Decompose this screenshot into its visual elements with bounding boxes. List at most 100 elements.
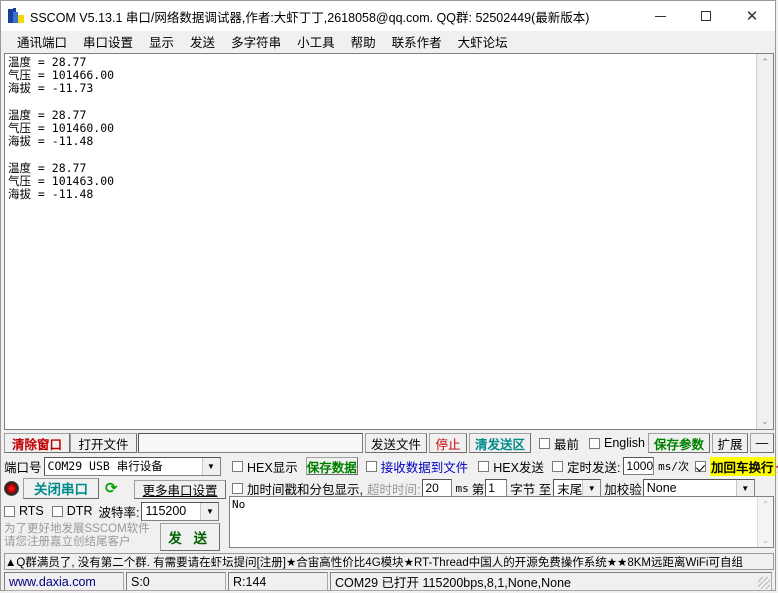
rts-checkbox[interactable]: RTS	[4, 504, 44, 518]
hex-display-label: HEX显示	[247, 460, 298, 475]
menu-item-send[interactable]: 发送	[182, 31, 223, 53]
recv-to-file-checkbox-box[interactable]	[365, 460, 377, 472]
maximize-button[interactable]	[683, 1, 729, 31]
topmost-checkbox-box[interactable]	[538, 437, 550, 449]
minimize-button[interactable]	[637, 1, 683, 31]
send-text-content: No	[232, 498, 246, 511]
scroll-up-icon[interactable]: ⌃	[757, 54, 773, 70]
timestamp-checkbox-box[interactable]	[232, 482, 243, 494]
ms-per-time-label: ms/次	[658, 460, 689, 473]
crlf-label: 加回车换行	[710, 456, 775, 476]
window-controls: ✕	[637, 1, 775, 31]
send-scroll-up-icon[interactable]: ⌃	[762, 497, 769, 511]
topmost-checkbox[interactable]: 最前	[538, 433, 579, 453]
port-settings-panel: 端口号 COM29 USB 串行设备 ▼ 关闭串口 ⟳ 更多串口设置 RTS D…	[4, 456, 226, 551]
timed-send-checkbox-box[interactable]	[551, 460, 563, 472]
maximize-icon	[701, 11, 711, 21]
dtr-checkbox-box[interactable]	[51, 505, 63, 517]
ad-segment-2[interactable]: ★RT-Thread中国人的开源免费操作系统	[404, 554, 607, 569]
file-path-input[interactable]	[138, 433, 363, 453]
save-params-button[interactable]: 保存参数	[648, 433, 710, 453]
close-button[interactable]: ✕	[729, 1, 775, 31]
clear-window-button[interactable]: 清除窗口	[4, 433, 70, 453]
refresh-icon[interactable]: ⟳	[105, 481, 118, 496]
menu-item-serial-settings[interactable]: 串口设置	[75, 31, 141, 53]
receive-scrollbar[interactable]: ⌃ ⌄	[756, 54, 773, 429]
close-port-button[interactable]: 关闭串口	[23, 477, 99, 499]
crlf-checkbox[interactable]: 加回车换行	[695, 456, 775, 476]
open-file-button[interactable]: 打开文件	[70, 433, 137, 453]
byte-from-input[interactable]: 1	[485, 479, 508, 497]
scroll-down-icon[interactable]: ⌄	[757, 413, 773, 429]
minus-button[interactable]: —	[750, 433, 774, 453]
checksum-select[interactable]: None ▼	[642, 478, 755, 498]
baud-rate-select[interactable]: 115200 ▼	[141, 501, 220, 521]
clear-send-area-button[interactable]: 清发送区	[468, 433, 531, 453]
byte-from-label: 第	[471, 482, 485, 497]
more-port-settings-button[interactable]: 更多串口设置	[134, 480, 226, 499]
ad-segment-0[interactable]: ▲Q群满员了, 没有第二个群. 有需要请在虾坛提问[注册]	[5, 554, 286, 569]
port-select-value: COM29 USB 串行设备	[47, 459, 163, 473]
chevron-down-icon[interactable]: ▼	[201, 457, 220, 475]
send-data-area[interactable]: No ⌃ ⌄	[229, 496, 774, 548]
byte-to-label: 字节 至	[510, 482, 552, 497]
english-checkbox-box[interactable]	[589, 437, 600, 449]
menu-item-comm-port[interactable]: 通讯端口	[9, 31, 75, 53]
receive-data-area[interactable]: 温度 = 28.77 气压 = 101466.00 海拔 = -11.73 温度…	[4, 53, 774, 430]
timed-send-label: 定时发送:	[566, 460, 621, 475]
options-row-2: 加时间戳和分包显示, 超时时间: 20 ms 第 1 字节 至 末尾 ▼ 加校验…	[229, 478, 774, 498]
crlf-checkbox-box[interactable]	[695, 460, 706, 472]
lower-control-area: 端口号 COM29 USB 串行设备 ▼ 关闭串口 ⟳ 更多串口设置 RTS D…	[4, 456, 778, 551]
dtr-checkbox[interactable]: DTR	[51, 504, 93, 518]
expand-button[interactable]: 扩展	[712, 433, 748, 453]
send-file-button[interactable]: 发送文件	[364, 433, 427, 453]
save-data-button[interactable]: 保存数据	[305, 457, 358, 475]
hex-display-checkbox[interactable]: HEX显示	[232, 457, 298, 476]
english-checkbox[interactable]: English	[589, 433, 645, 453]
menu-item-display[interactable]: 显示	[141, 31, 182, 53]
menu-item-help[interactable]: 帮助	[343, 31, 384, 53]
chevron-down-icon[interactable]: ▼	[200, 502, 219, 520]
timestamp-checkbox[interactable]: 加时间戳和分包显示,	[232, 479, 363, 498]
hex-send-checkbox-box[interactable]	[478, 460, 490, 472]
send-scrollbar[interactable]: ⌃ ⌄	[757, 497, 773, 547]
hex-display-checkbox-box[interactable]	[232, 460, 243, 472]
ad-segment-1[interactable]: ★合宙高性价比4G模块	[286, 554, 404, 569]
port-select-row: 端口号 COM29 USB 串行设备 ▼	[4, 456, 226, 476]
dtr-label: DTR	[66, 504, 93, 518]
timed-send-interval-input[interactable]: 1000	[623, 457, 655, 475]
send-scroll-down-icon[interactable]: ⌄	[762, 533, 769, 547]
timeout-input[interactable]: 20	[422, 479, 453, 497]
chevron-down-icon[interactable]: ▼	[582, 479, 601, 497]
hex-send-label: HEX发送	[493, 460, 544, 475]
status-connection-info: COM29 已打开 115200bps,8,1,None,None	[330, 572, 772, 591]
status-sent-count: S:0	[126, 572, 226, 591]
timed-send-checkbox[interactable]: 定时发送:	[551, 457, 621, 476]
ad-segment-4[interactable]: ★8KM远距离WiFi可自组	[617, 554, 743, 569]
flow-baud-row: RTS DTR 波特率: 115200 ▼	[4, 501, 226, 521]
resize-grip-icon[interactable]	[758, 577, 770, 589]
timeout-label: 超时时间:	[366, 482, 421, 497]
recv-to-file-label: 接收数据到文件	[380, 460, 469, 475]
status-received-count: R:144	[228, 572, 328, 591]
menu-item-tools[interactable]: 小工具	[289, 31, 343, 53]
promo-line-1: 为了更好地发展SSCOM软件	[4, 523, 150, 535]
hex-send-checkbox[interactable]: HEX发送	[478, 457, 544, 476]
rts-checkbox-box[interactable]	[4, 505, 15, 517]
port-select[interactable]: COM29 USB 串行设备 ▼	[43, 456, 221, 476]
menu-item-contact-author[interactable]: 联系作者	[384, 31, 450, 53]
byte-end-select[interactable]: 末尾 ▼	[553, 478, 602, 498]
sscom-shrimp-icon	[7, 7, 25, 25]
title-bar: SSCOM V5.13.1 串口/网络数据调试器,作者:大虾丁丁,2618058…	[1, 1, 775, 31]
menu-item-multi-string[interactable]: 多字符串	[223, 31, 289, 53]
stop-button[interactable]: 停止	[428, 433, 467, 453]
ad-segment-3[interactable]: ★	[607, 555, 617, 569]
menu-item-forum[interactable]: 大虾论坛	[450, 31, 516, 53]
send-button[interactable]: 发 送	[159, 523, 220, 551]
english-label: English	[604, 436, 645, 450]
advertisement-bar[interactable]: ▲Q群满员了, 没有第二个群. 有需要请在虾坛提问[注册] ★合宙高性价比4G模…	[4, 553, 774, 570]
chevron-down-icon[interactable]: ▼	[735, 479, 754, 497]
status-website[interactable]: www.daxia.com	[4, 572, 124, 591]
recv-to-file-checkbox[interactable]: 接收数据到文件	[365, 457, 469, 476]
port-status-led	[4, 480, 19, 496]
